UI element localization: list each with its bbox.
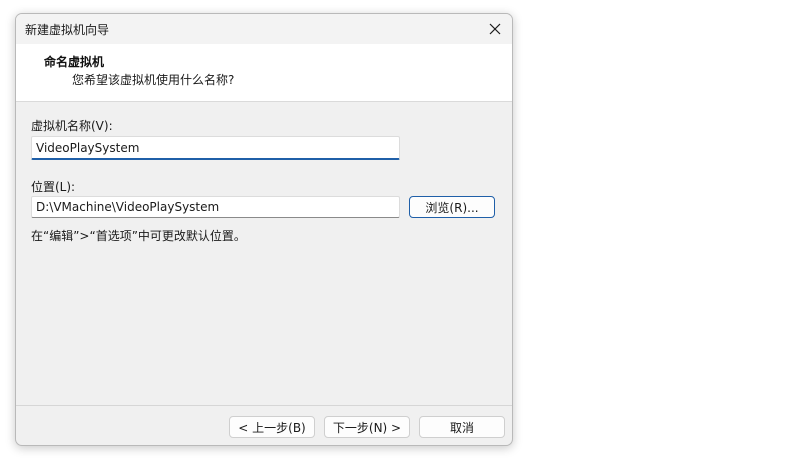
close-button[interactable]	[478, 14, 512, 44]
title-bar[interactable]: 新建虚拟机向导	[16, 14, 512, 44]
cancel-button[interactable]: 取消	[419, 416, 505, 438]
step-subtitle: 您希望该虚拟机使用什么名称?	[72, 73, 235, 87]
wizard-header: 命名虚拟机 您希望该虚拟机使用什么名称?	[16, 44, 512, 102]
next-button[interactable]: 下一步(N) >	[324, 416, 410, 438]
browse-button[interactable]: 浏览(R)...	[409, 196, 495, 218]
location-label: 位置(L):	[31, 180, 76, 194]
vm-name-input[interactable]	[31, 136, 400, 160]
close-icon	[489, 23, 501, 35]
footer-separator	[16, 405, 512, 406]
step-title: 命名虚拟机	[44, 55, 105, 69]
window-title: 新建虚拟机向导	[25, 23, 110, 37]
vm-name-label: 虚拟机名称(V):	[31, 119, 113, 133]
new-vm-wizard-dialog: 新建虚拟机向导 命名虚拟机 您希望该虚拟机使用什么名称? 虚拟机名称(V): 位…	[15, 13, 513, 446]
back-button[interactable]: < 上一步(B)	[229, 416, 315, 438]
location-input[interactable]	[31, 196, 400, 218]
location-hint: 在“编辑”>“首选项”中可更改默认位置。	[31, 229, 246, 243]
